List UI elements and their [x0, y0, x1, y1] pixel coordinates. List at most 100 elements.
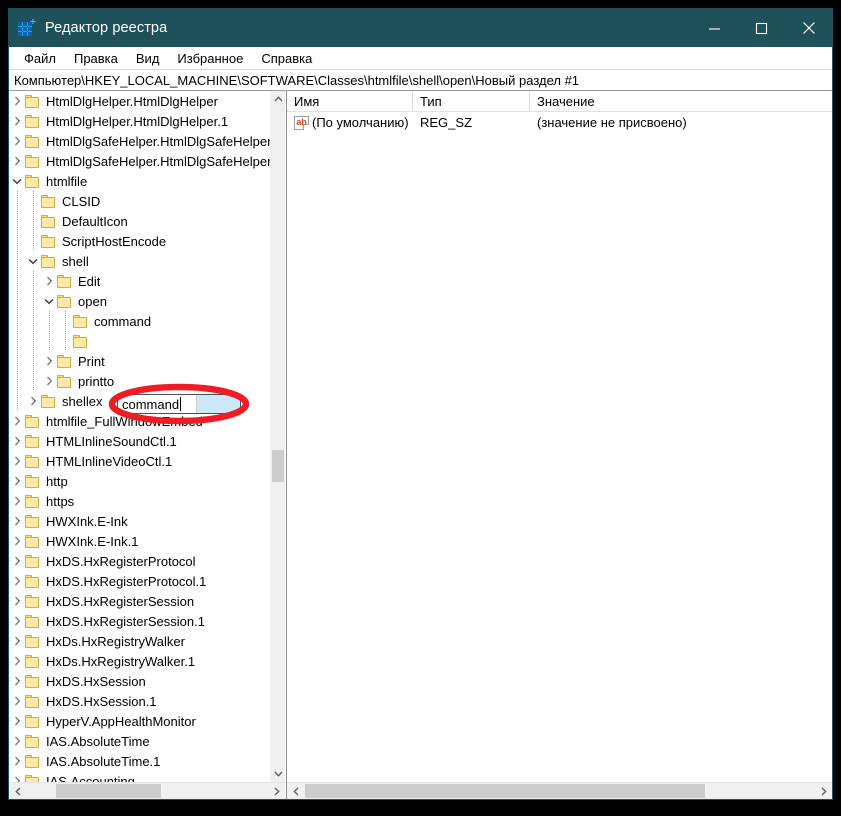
chevron-up-icon[interactable] — [271, 91, 285, 107]
chevron-right-icon[interactable] — [9, 411, 25, 431]
column-header-name[interactable]: Имя — [287, 91, 413, 111]
tree-horizontal-scrollbar[interactable] — [9, 782, 285, 799]
chevron-right-icon[interactable] — [41, 271, 57, 291]
tree-scroll-track[interactable] — [271, 107, 285, 766]
chevron-right-icon[interactable] — [9, 651, 25, 671]
tree-item[interactable]: IAS.Accounting — [9, 771, 270, 782]
chevron-right-icon[interactable] — [9, 491, 25, 511]
chevron-down-icon[interactable] — [9, 171, 25, 191]
close-button[interactable] — [785, 9, 832, 47]
chevron-right-icon[interactable] — [9, 471, 25, 491]
value-list-row[interactable]: ab(По умолчанию)REG_SZ(значение не присв… — [287, 112, 832, 133]
rename-selection-area[interactable] — [197, 395, 240, 413]
chevron-right-icon[interactable] — [25, 391, 41, 411]
tree-item[interactable]: htmlfile_FullWindowEmbed — [9, 411, 270, 431]
chevron-right-icon[interactable] — [268, 783, 285, 799]
column-header-type[interactable]: Тип — [413, 91, 530, 111]
address-bar[interactable]: Компьютер\HKEY_LOCAL_MACHINE\SOFTWARE\Cl… — [9, 69, 832, 91]
tree-item[interactable]: HWXInk.E-Ink.1 — [9, 531, 270, 551]
tree-item[interactable]: command — [9, 311, 270, 331]
tree-item[interactable]: Edit — [9, 271, 270, 291]
tree-item[interactable]: HxDS.HxSession — [9, 671, 270, 691]
chevron-right-icon[interactable] — [9, 591, 25, 611]
tree-item[interactable] — [9, 331, 270, 351]
tree-item[interactable]: HxDS.HxRegisterProtocol.1 — [9, 571, 270, 591]
menu-item-favorites[interactable]: Избранное — [168, 49, 252, 68]
chevron-left-icon[interactable] — [9, 783, 26, 799]
tree-hscroll-track[interactable] — [26, 783, 268, 799]
tree-item[interactable]: HxDs.HxRegistryWalker — [9, 631, 270, 651]
chevron-right-icon[interactable] — [9, 611, 25, 631]
list-hscroll-track[interactable] — [304, 783, 815, 799]
value-list-body[interactable]: ab(По умолчанию)REG_SZ(значение не присв… — [287, 112, 832, 782]
tree-item[interactable]: htmlfile — [9, 171, 270, 191]
chevron-right-icon[interactable] — [41, 371, 57, 391]
tree-indent-guide — [9, 331, 25, 351]
chevron-right-icon[interactable] — [9, 771, 25, 782]
chevron-right-icon[interactable] — [9, 531, 25, 551]
folder-icon — [25, 635, 41, 648]
tree-item[interactable]: printto — [9, 371, 270, 391]
tree-item[interactable]: HxDS.HxRegisterSession — [9, 591, 270, 611]
tree-item[interactable]: HTMLInlineVideoCtl.1 — [9, 451, 270, 471]
tree-vertical-scrollbar[interactable] — [270, 91, 285, 782]
chevron-right-icon[interactable] — [9, 431, 25, 451]
chevron-right-icon[interactable] — [9, 551, 25, 571]
tree-scroll-thumb[interactable] — [272, 450, 284, 482]
chevron-right-icon[interactable] — [9, 711, 25, 731]
tree-item[interactable]: HyperV.AppHealthMonitor — [9, 711, 270, 731]
tree-item[interactable]: ScriptHostEncode — [9, 231, 270, 251]
tree-item[interactable]: HxDs.HxRegistryWalker.1 — [9, 651, 270, 671]
tree-item[interactable]: HTMLInlineSoundCtl.1 — [9, 431, 270, 451]
chevron-right-icon[interactable] — [9, 451, 25, 471]
tree-indent-guide — [41, 331, 57, 351]
chevron-right-icon[interactable] — [9, 151, 25, 171]
tree-item[interactable]: HtmlDlgHelper.HtmlDlgHelper — [9, 91, 270, 111]
chevron-right-icon[interactable] — [41, 351, 57, 371]
chevron-right-icon[interactable] — [815, 783, 832, 799]
tree-item[interactable]: shell — [9, 251, 270, 271]
tree-item[interactable]: HxDS.HxRegisterProtocol — [9, 551, 270, 571]
tree-item[interactable]: open — [9, 291, 270, 311]
tree-item[interactable]: HxDS.HxRegisterSession.1 — [9, 611, 270, 631]
rename-input[interactable]: command — [118, 395, 197, 413]
list-horizontal-scrollbar[interactable] — [287, 782, 832, 799]
tree-item[interactable]: HxDS.HxSession.1 — [9, 691, 270, 711]
maximize-button[interactable] — [738, 9, 785, 47]
minimize-button[interactable] — [691, 9, 738, 47]
tree-item[interactable]: HtmlDlgHelper.HtmlDlgHelper.1 — [9, 111, 270, 131]
chevron-down-icon[interactable] — [25, 251, 41, 271]
menu-item-edit[interactable]: Правка — [65, 49, 127, 68]
registry-tree[interactable]: HtmlDlgHelper.HtmlDlgHelperHtmlDlgHelper… — [9, 91, 270, 782]
chevron-down-icon[interactable] — [41, 291, 57, 311]
chevron-right-icon[interactable] — [9, 91, 25, 111]
tree-item[interactable]: IAS.AbsoluteTime — [9, 731, 270, 751]
chevron-left-icon[interactable] — [287, 783, 304, 799]
chevron-right-icon[interactable] — [9, 691, 25, 711]
chevron-right-icon[interactable] — [9, 631, 25, 651]
tree-hscroll-thumb[interactable] — [56, 784, 161, 798]
menu-item-view[interactable]: Вид — [127, 49, 169, 68]
chevron-right-icon[interactable] — [9, 111, 25, 131]
menu-item-file[interactable]: Файл — [15, 49, 65, 68]
tree-item[interactable]: http — [9, 471, 270, 491]
chevron-right-icon[interactable] — [9, 571, 25, 591]
tree-item[interactable]: IAS.AbsoluteTime.1 — [9, 751, 270, 771]
chevron-right-icon[interactable] — [9, 671, 25, 691]
chevron-down-icon[interactable] — [271, 766, 285, 782]
tree-item[interactable]: CLSID — [9, 191, 270, 211]
tree-item[interactable]: Print — [9, 351, 270, 371]
chevron-right-icon[interactable] — [9, 131, 25, 151]
rename-key-editor[interactable]: command — [117, 394, 241, 414]
tree-item[interactable]: HtmlDlgSafeHelper.HtmlDlgSafeHelper.1 — [9, 151, 270, 171]
chevron-right-icon[interactable] — [9, 751, 25, 771]
chevron-right-icon[interactable] — [9, 511, 25, 531]
list-hscroll-thumb[interactable] — [305, 784, 705, 798]
chevron-right-icon[interactable] — [9, 731, 25, 751]
tree-item[interactable]: https — [9, 491, 270, 511]
column-header-value[interactable]: Значение — [530, 91, 832, 111]
tree-item[interactable]: HtmlDlgSafeHelper.HtmlDlgSafeHelper — [9, 131, 270, 151]
tree-item[interactable]: DefaultIcon — [9, 211, 270, 231]
menu-item-help[interactable]: Справка — [252, 49, 321, 68]
tree-item[interactable]: HWXInk.E-Ink — [9, 511, 270, 531]
